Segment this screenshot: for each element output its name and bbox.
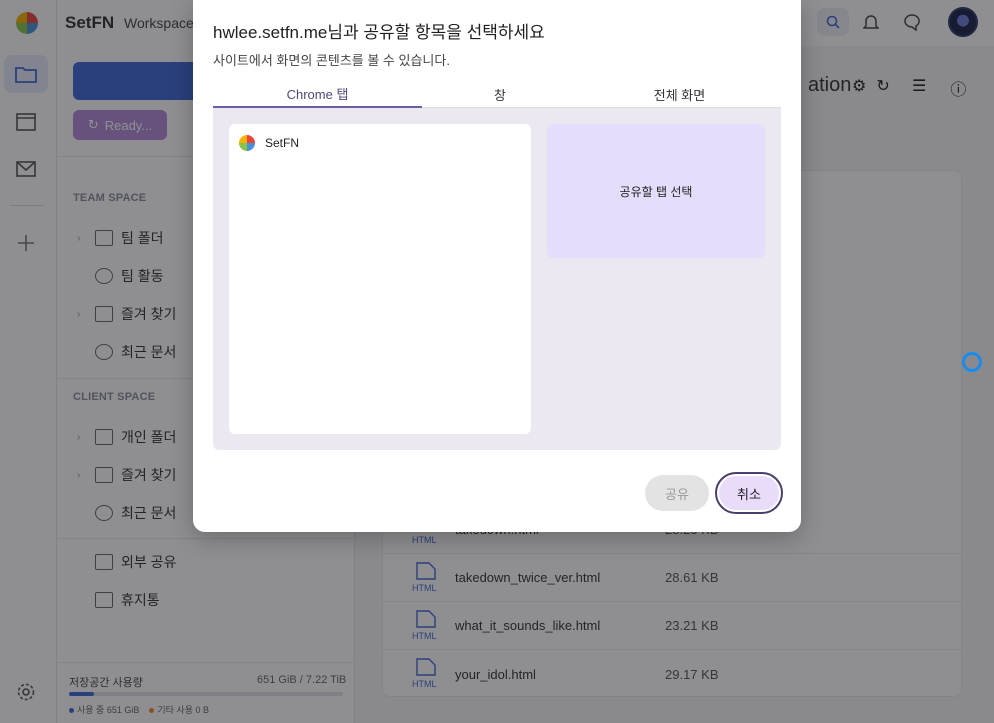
- share-button[interactable]: 공유: [645, 475, 709, 511]
- screen-share-dialog: hwlee.setfn.me님과 공유할 항목을 선택하세요 사이트에서 화면의…: [193, 0, 801, 532]
- share-source-tabs: Chrome 탭 창 전체 화면: [213, 80, 781, 108]
- tab-chrome-tab[interactable]: Chrome 탭: [213, 80, 422, 108]
- dialog-subtitle: 사이트에서 화면의 콘텐츠를 볼 수 있습니다.: [213, 53, 450, 68]
- tab-preview: 공유할 탭 선택: [547, 124, 765, 258]
- tab-window[interactable]: 창: [422, 80, 578, 108]
- tab-entire-screen[interactable]: 전체 화면: [578, 80, 781, 108]
- dialog-title: hwlee.setfn.me님과 공유할 항목을 선택하세요: [213, 23, 545, 42]
- tab-entry-label: SetFN: [265, 136, 300, 150]
- loading-spinner-icon: [962, 352, 982, 372]
- tab-list: SetFN: [229, 124, 531, 434]
- list-item[interactable]: SetFN: [239, 132, 299, 154]
- cancel-button[interactable]: 취소: [715, 472, 783, 514]
- share-source-panel: SetFN 공유할 탭 선택: [213, 108, 781, 450]
- setfn-favicon-icon: [239, 135, 255, 151]
